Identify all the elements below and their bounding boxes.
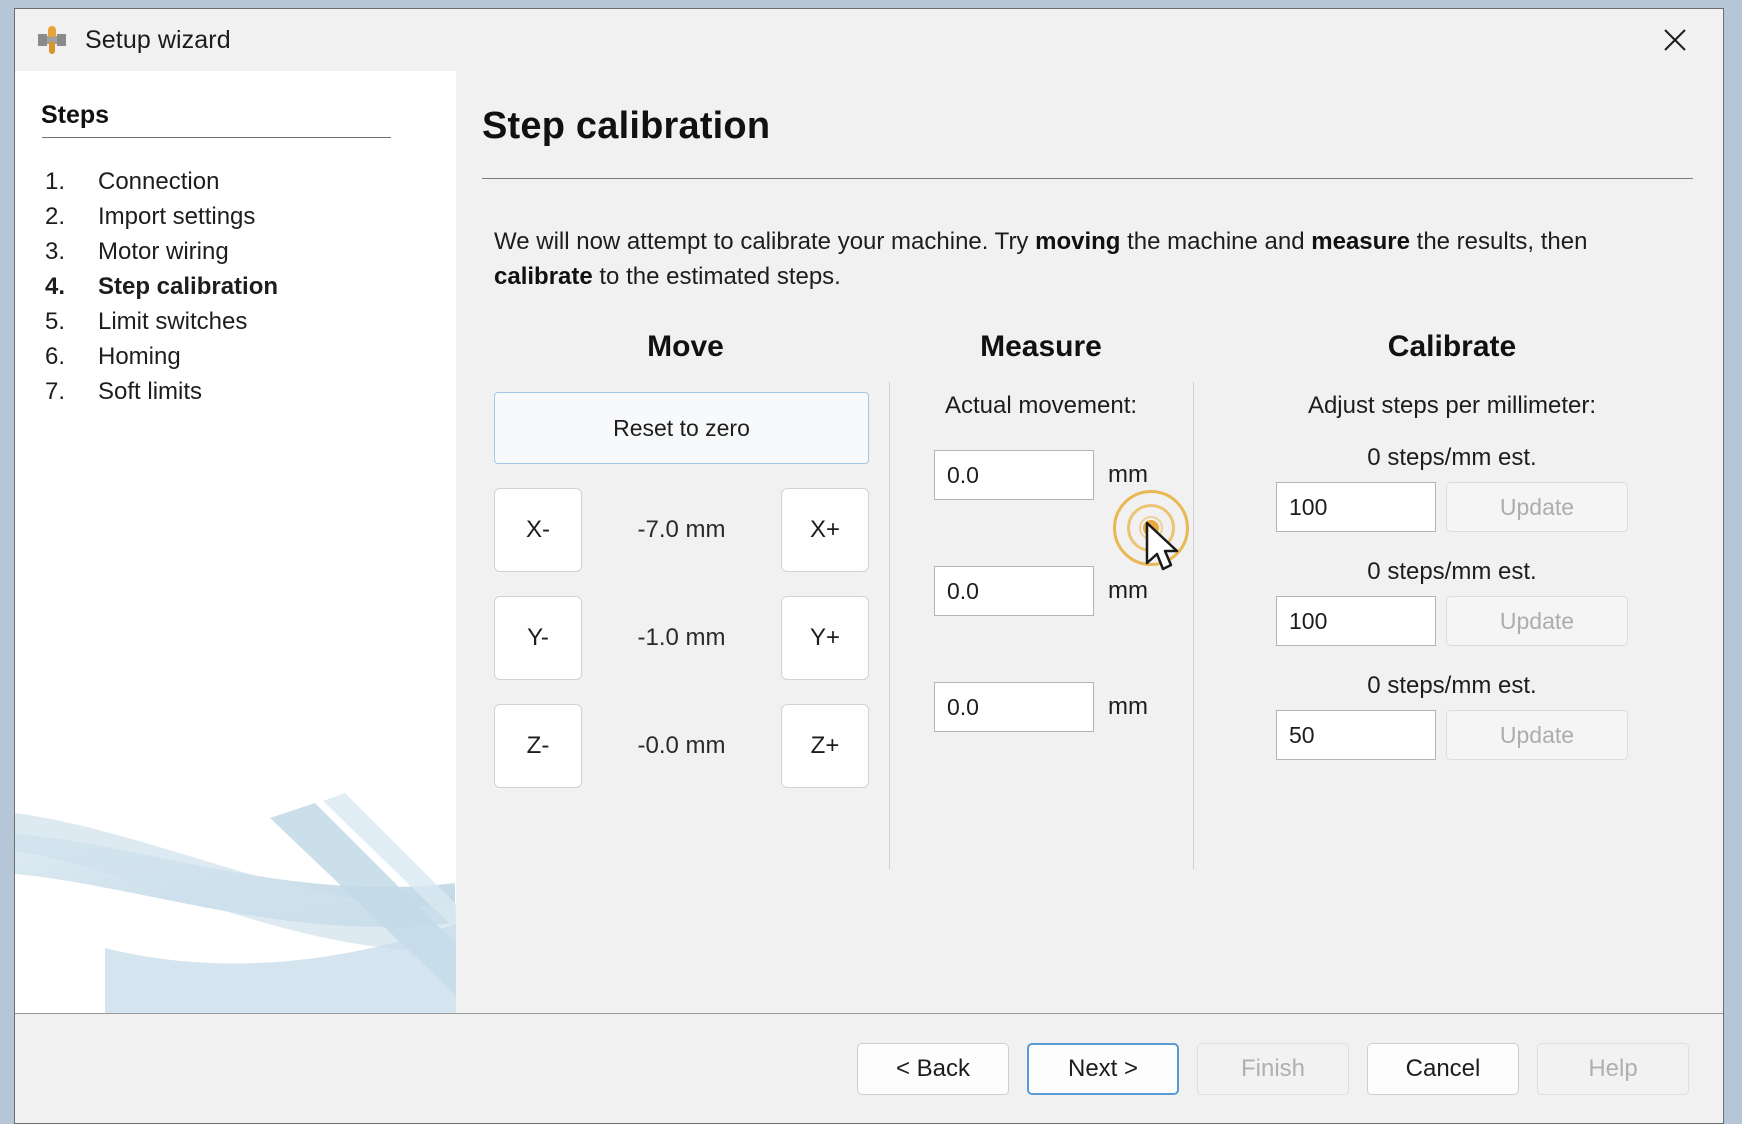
sidebar-step-item[interactable]: 4.Step calibration [15,269,456,304]
calibrate-row: Update [1223,710,1681,760]
sidebar-step-label: Homing [98,339,181,374]
update-button: Update [1446,596,1628,646]
measure-unit-label: mm [1108,461,1148,489]
axis-row: X--7.0 mmX+ [494,488,869,572]
sidebar-step-number: 3. [45,234,98,269]
sidebar-step-label: Limit switches [98,304,247,339]
sidebar-step-number: 7. [45,374,98,409]
intro-text-1: We will now attempt to calibrate your ma… [494,228,1035,255]
update-button: Update [1446,482,1628,532]
help-button: Help [1537,1043,1689,1095]
sidebar-step-item[interactable]: 2.Import settings [15,199,456,234]
intro-bold-measure: measure [1311,228,1410,255]
axis-minus-button[interactable]: X- [494,488,582,572]
axis-row: Y--1.0 mmY+ [494,596,869,680]
measure-column: Measure Actual movement: mm mm mm [889,330,1193,788]
move-column: Move Reset to zero X--7.0 mmX+ Y--1.0 mmY… [480,330,889,788]
calibrate-column-header: Calibrate [1223,330,1681,364]
calibrate-rows: 0 steps/mm est. Update 0 steps/mm est. Upda… [1223,444,1681,760]
page-title-divider [482,178,1693,179]
steps-per-mm-estimate: 0 steps/mm est. [1223,558,1681,586]
calibrate-group: 0 steps/mm est. Update [1223,672,1681,760]
steps-heading-divider [42,137,391,138]
sidebar-step-number: 4. [45,269,98,304]
measure-column-header: Measure [899,330,1183,364]
wizard-footer: < Back Next > Finish Cancel Help [15,1013,1723,1123]
intro-text-3: the results, then [1410,228,1587,255]
setup-wizard-dialog: Setup wizard Steps 1.Connection2.Import … [14,8,1724,1124]
steps-per-mm-estimate: 0 steps/mm est. [1223,672,1681,700]
app-logo-icon [37,25,67,55]
sidebar-step-label: Import settings [98,199,255,234]
cancel-button[interactable]: Cancel [1367,1043,1519,1095]
move-column-header: Move [494,330,877,364]
adjust-steps-label: Adjust steps per millimeter: [1223,392,1681,420]
sidebar-step-number: 2. [45,199,98,234]
page-title: Step calibration [482,105,1693,148]
measure-unit-label: mm [1108,577,1148,605]
sidebar-step-number: 5. [45,304,98,339]
axis-plus-button[interactable]: Z+ [781,704,869,788]
calibrate-column: Calibrate Adjust steps per millimeter: 0… [1193,330,1693,788]
actual-movement-input[interactable] [934,450,1094,500]
intro-paragraph: We will now attempt to calibrate your ma… [494,224,1614,294]
next-button[interactable]: Next > [1027,1043,1179,1095]
sidebar-step-label: Connection [98,164,219,199]
calibration-grid: Move Reset to zero X--7.0 mmX+ Y--1.0 mmY… [480,330,1693,788]
sidebar-step-item[interactable]: 3.Motor wiring [15,234,456,269]
sidebar-step-item[interactable]: 5.Limit switches [15,304,456,339]
dialog-body: Steps 1.Connection2.Import settings3.Mot… [15,71,1723,1013]
calibrate-group: 0 steps/mm est. Update [1223,558,1681,646]
window-title: Setup wizard [85,26,231,55]
axis-position-value: -7.0 mm [582,516,781,544]
calibrate-group: 0 steps/mm est. Update [1223,444,1681,532]
finish-button: Finish [1197,1043,1349,1095]
watermark-graphic [15,773,456,1013]
measure-row: mm [899,566,1183,616]
calibrate-row: Update [1223,482,1681,532]
steps-per-mm-input[interactable] [1276,482,1436,532]
measure-row: mm [899,450,1183,500]
axis-position-value: -0.0 mm [582,732,781,760]
steps-list: 1.Connection2.Import settings3.Motor wir… [15,164,456,409]
intro-text-2: the machine and [1120,228,1311,255]
reset-to-zero-button[interactable]: Reset to zero [494,392,869,464]
axis-position-value: -1.0 mm [582,624,781,652]
reset-to-zero-label: Reset to zero [613,415,750,442]
wizard-page-content: Step calibration We will now attempt to … [456,71,1723,1013]
dialog-titlebar: Setup wizard [15,9,1723,71]
sidebar-step-item[interactable]: 7.Soft limits [15,374,456,409]
measure-unit-label: mm [1108,693,1148,721]
sidebar-step-item[interactable]: 6.Homing [15,339,456,374]
sidebar-step-number: 6. [45,339,98,374]
actual-movement-label: Actual movement: [899,392,1183,420]
axis-row: Z--0.0 mmZ+ [494,704,869,788]
actual-movement-input[interactable] [934,566,1094,616]
measure-rows: mm mm mm [899,450,1183,732]
sidebar-step-label: Step calibration [98,269,278,304]
axis-minus-button[interactable]: Z- [494,704,582,788]
update-button: Update [1446,710,1628,760]
axis-plus-button[interactable]: Y+ [781,596,869,680]
close-icon[interactable] [1653,18,1697,62]
steps-per-mm-input[interactable] [1276,596,1436,646]
axis-plus-button[interactable]: X+ [781,488,869,572]
calibrate-row: Update [1223,596,1681,646]
sidebar-step-number: 1. [45,164,98,199]
sidebar-step-label: Soft limits [98,374,202,409]
axis-minus-button[interactable]: Y- [494,596,582,680]
intro-text-4: to the estimated steps. [593,263,841,290]
actual-movement-input[interactable] [934,682,1094,732]
steps-per-mm-estimate: 0 steps/mm est. [1223,444,1681,472]
intro-bold-calibrate: calibrate [494,263,593,290]
steps-sidebar: Steps 1.Connection2.Import settings3.Mot… [15,71,456,1013]
steps-per-mm-input[interactable] [1276,710,1436,760]
steps-heading: Steps [41,101,456,130]
back-button[interactable]: < Back [857,1043,1009,1095]
measure-row: mm [899,682,1183,732]
sidebar-step-label: Motor wiring [98,234,229,269]
axis-rows: X--7.0 mmX+ Y--1.0 mmY+ Z--0.0 mmZ+ [494,488,877,788]
intro-bold-moving: moving [1035,228,1120,255]
sidebar-step-item[interactable]: 1.Connection [15,164,456,199]
